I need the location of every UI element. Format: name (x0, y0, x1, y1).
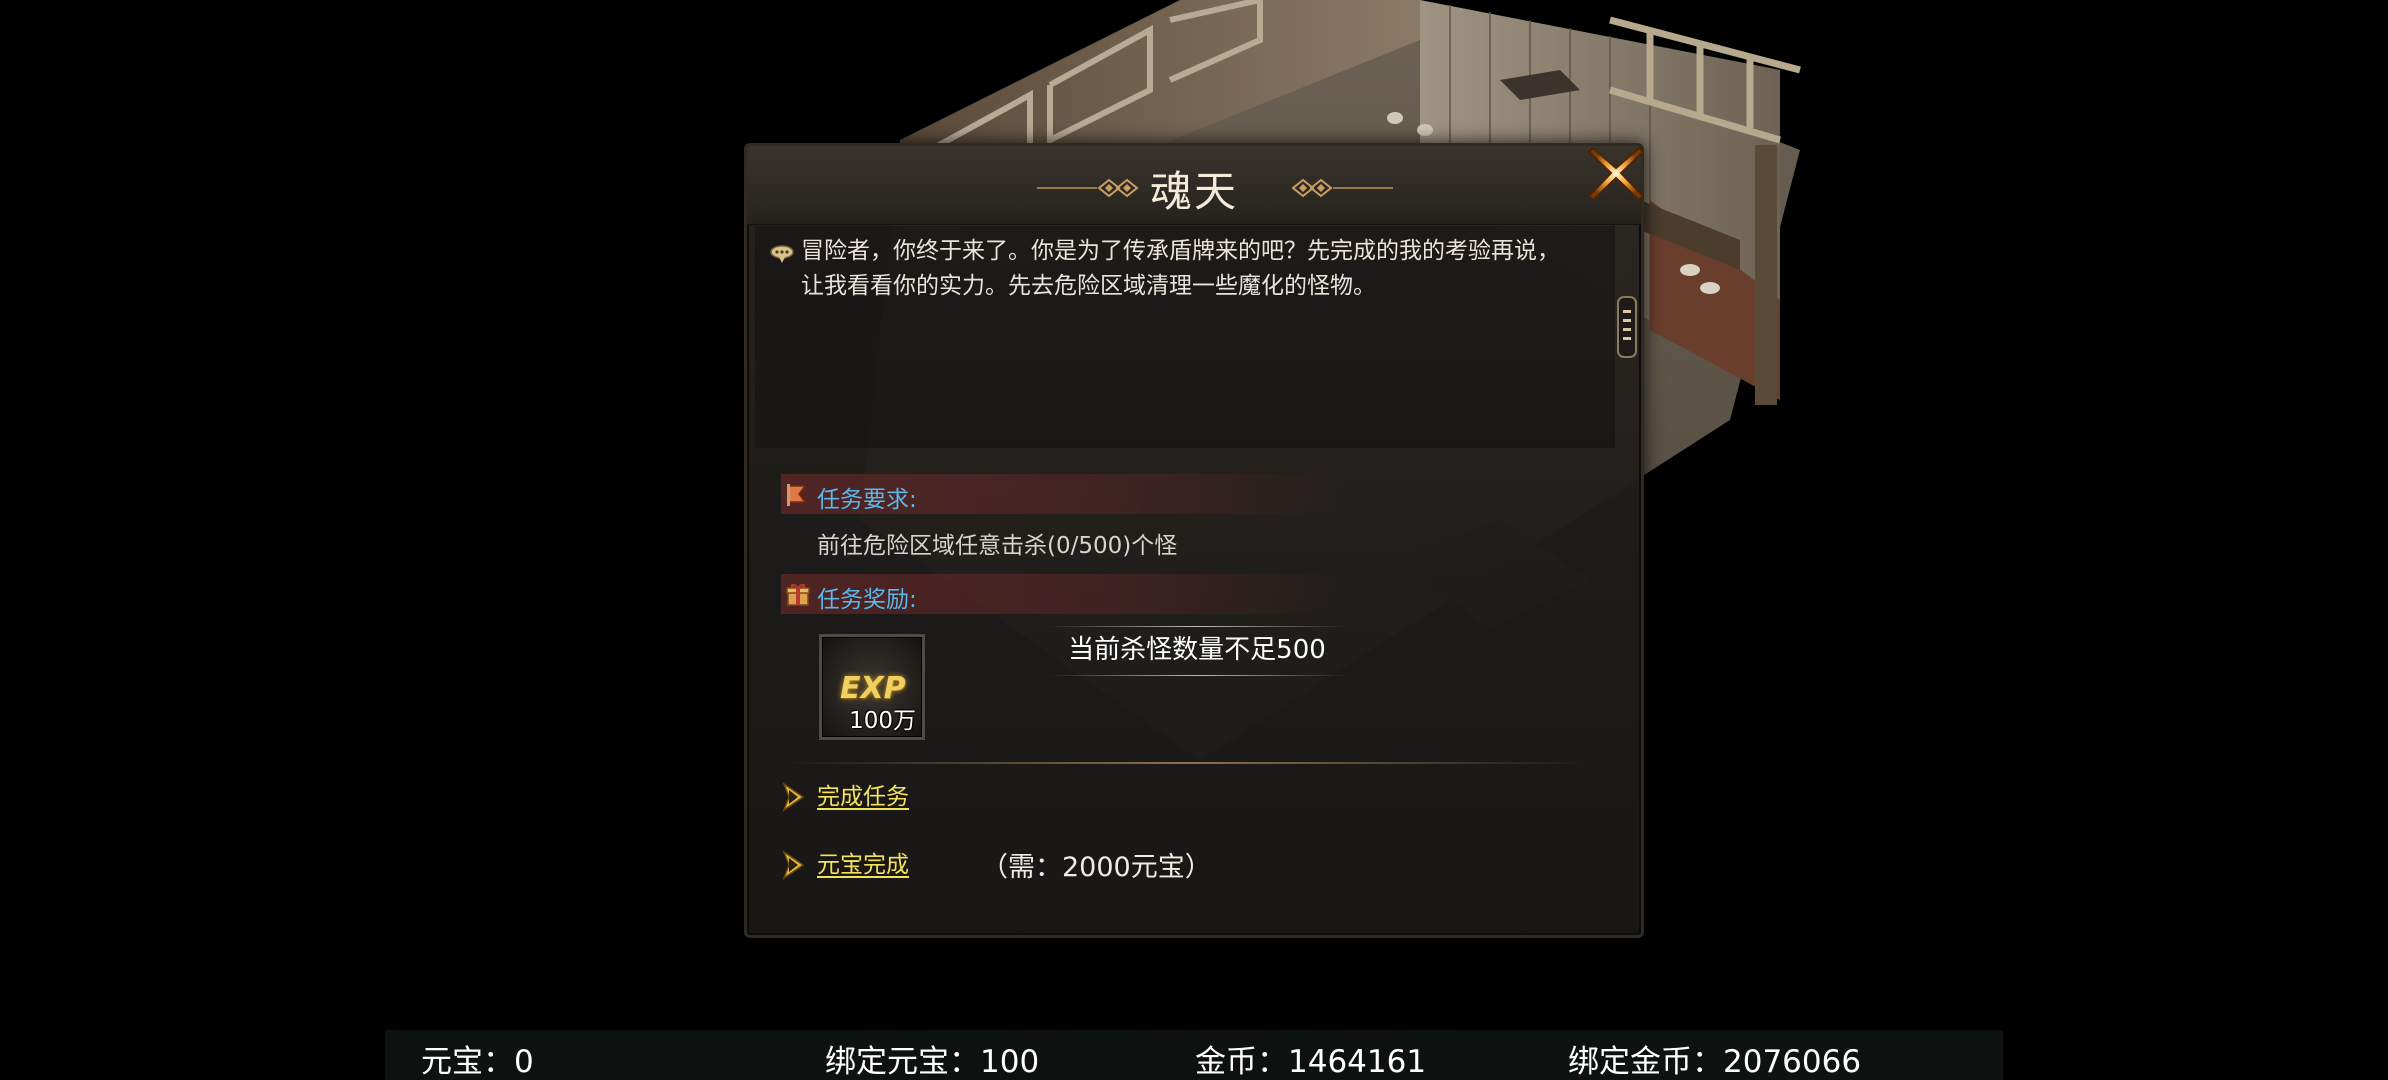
quest-dialog: 魂天 冒险者，你终于来了。你是为了传承盾牌来的吧？先完成的我的考验再说， 让我看… (744, 143, 1645, 938)
bound-ingot-balance: 绑定元宝：100 (825, 1044, 1040, 1080)
reward-label: 任务奖励: (817, 587, 917, 613)
kill-count-notice-text: 当前杀怪数量不足500 (1068, 635, 1326, 665)
gift-icon (786, 583, 810, 606)
requirement-header: 任务要求: (781, 474, 1341, 514)
gold-balance: 金币：1464161 (1195, 1044, 1427, 1080)
complete-quest-link[interactable]: 完成任务 (817, 777, 909, 811)
ingot-cost-text: （需：2000元宝） (981, 852, 1212, 883)
speech-scrollbar[interactable] (1617, 296, 1637, 358)
speech-line: 冒险者，你终于来了。你是为了传承盾牌来的吧？先完成的我的考验再说， (801, 238, 1560, 264)
ingot-balance: 元宝：0 (421, 1044, 534, 1080)
section-divider (787, 762, 1587, 764)
bound-gold-balance: 绑定金币：2076066 (1568, 1044, 1862, 1080)
npc-name: 魂天 (1149, 167, 1238, 216)
currency-bar: 元宝：0 绑定元宝：100 金币：1464161 绑定金币：2076066 (385, 1030, 2003, 1080)
close-button[interactable] (1585, 142, 1647, 204)
npc-speech-panel: 冒险者，你终于来了。你是为了传承盾牌来的吧？先完成的我的考验再说， 让我看看你的… (755, 226, 1637, 448)
npc-speech-text: 冒险者，你终于来了。你是为了传承盾牌来的吧？先完成的我的考验再说， 让我看看你的… (801, 234, 1591, 304)
game-screen: 魂天 冒险者，你终于来了。你是为了传承盾牌来的吧？先完成的我的考验再说， 让我看… (0, 0, 2388, 1080)
quest-flag-icon (787, 484, 807, 506)
reward-item-slot[interactable]: EXP 100万 (819, 634, 925, 740)
dialog-header: 魂天 (747, 146, 1645, 225)
reward-amount: 100万 (849, 708, 916, 734)
speech-bubble-icon (770, 245, 794, 263)
speech-line: 让我看看你的实力。先去危险区域清理一些魔化的怪物。 (801, 273, 1376, 299)
requirement-label: 任务要求: (817, 487, 917, 513)
close-icon (1587, 146, 1645, 202)
reward-header: 任务奖励: (781, 574, 1341, 614)
requirement-text: 前往危险区域任意击杀(0/500)个怪 (817, 533, 1178, 559)
arrow-right-icon (782, 850, 805, 880)
ingot-complete-link[interactable]: 元宝完成 (817, 845, 909, 879)
arrow-right-icon (782, 782, 805, 812)
title-ornament-right-icon (1291, 178, 1393, 198)
kill-count-notice: 当前杀怪数量不足500 (1047, 626, 1347, 676)
